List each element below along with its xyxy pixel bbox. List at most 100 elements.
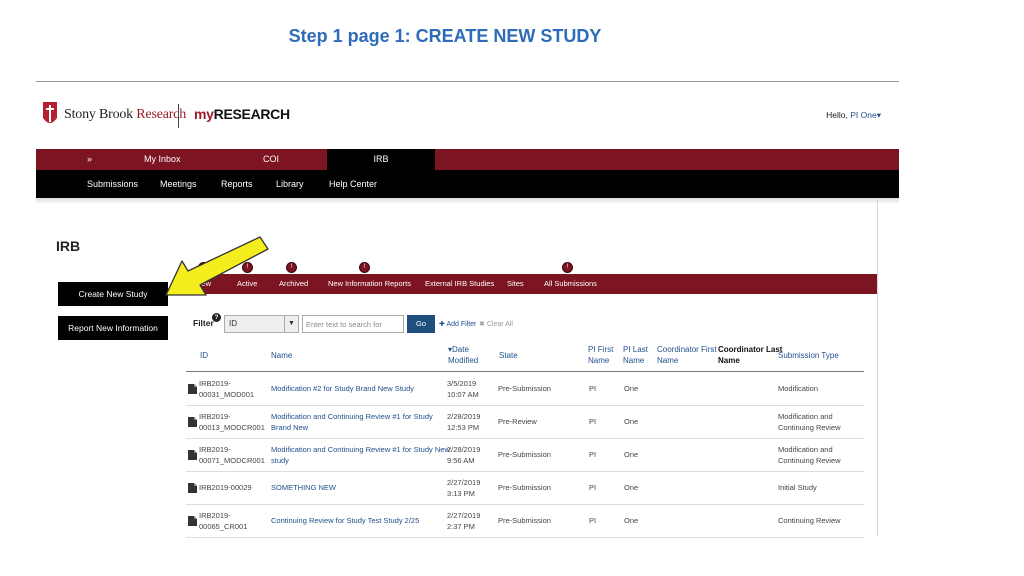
cell-name[interactable]: SOMETHING NEW <box>271 482 336 493</box>
subnav-submissions[interactable]: Submissions <box>87 170 138 198</box>
cell-state: Pre-Submission <box>498 483 551 492</box>
cell-submission-type-line1: Initial Study <box>778 483 817 492</box>
subnav-meetings[interactable]: Meetings <box>160 170 197 198</box>
hello-prefix: Hello, <box>826 110 848 120</box>
tab-badge-icon: ! <box>562 262 573 273</box>
cell-pi-first-name: PI <box>589 450 597 459</box>
cell-id: IRB2019- 00065_CR001 <box>199 510 247 532</box>
nav-my-inbox[interactable]: My Inbox <box>144 149 181 170</box>
add-filter-link[interactable]: ✚ Add Filter <box>439 320 476 328</box>
tab-all-submissions[interactable]: All Submissions <box>544 274 597 294</box>
cell-submission-type-line2: Continuing Review <box>778 456 841 465</box>
table-row[interactable]: IRB2019- 00031_MOD001 Modification #2 for … <box>186 373 864 406</box>
clear-all-link[interactable]: ✖ Clear All <box>479 320 513 328</box>
cell-name[interactable]: Continuing Review for Study Test Study 2… <box>271 515 419 526</box>
create-new-study-button[interactable]: Create New Study <box>58 282 168 306</box>
table-row[interactable]: IRB2019-00029 SOMETHING NEW 2/27/2019 3:13 … <box>186 472 864 505</box>
filter-label: Filter <box>193 318 214 328</box>
table-header-divider <box>186 371 864 372</box>
document-icon <box>188 516 197 526</box>
plus-icon: ✚ <box>439 321 445 328</box>
go-button[interactable]: Go <box>407 315 435 333</box>
cell-name-line2: Brand New <box>271 423 309 432</box>
cell-name-line1: Modification #2 for Study Brand New Stud… <box>271 384 414 393</box>
cell-date-modified-line2: 9:56 AM <box>447 456 475 465</box>
table-row[interactable]: IRB2019- 00071_MODCR001 Modification and C… <box>186 439 864 472</box>
content-shadow <box>36 198 899 204</box>
column-header-submission-type[interactable]: Submission Type <box>778 350 839 361</box>
product-name-prefix: my <box>194 106 214 122</box>
cell-date-modified: 3/5/2019 10:07 AM <box>447 378 479 400</box>
subnav-help-center[interactable]: Help Center <box>329 170 377 198</box>
add-filter-label: Add Filter <box>446 321 477 328</box>
expand-menu-icon[interactable]: » <box>87 149 101 170</box>
column-header-state[interactable]: State <box>499 350 518 361</box>
tab-external-irb-studies[interactable]: External IRB Studies <box>425 274 494 294</box>
nav-irb[interactable]: IRB <box>327 149 435 170</box>
column-header-line1: PI First <box>588 345 614 354</box>
brand-separator <box>178 104 179 128</box>
user-menu[interactable]: Hello, PI One▾ <box>826 110 881 121</box>
cell-submission-type: Modification and Continuing Review <box>778 411 841 433</box>
report-new-information-button[interactable]: Report New Information <box>58 316 168 340</box>
chevron-down-icon: ▾ <box>876 110 881 120</box>
tab-sites[interactable]: Sites <box>507 274 524 294</box>
cell-submission-type-line1: Modification and <box>778 445 833 454</box>
column-header-line2: Name <box>718 356 740 365</box>
column-header-pi-last-name[interactable]: PI Last Name <box>623 344 648 366</box>
cell-name-line2: study <box>271 456 289 465</box>
cell-state: Pre-Submission <box>498 516 551 525</box>
subnav-library[interactable]: Library <box>276 170 304 198</box>
column-header-pi-first-name[interactable]: PI First Name <box>588 344 613 366</box>
cell-pi-last-name: One <box>624 450 639 459</box>
product-name[interactable]: myRESEARCH <box>194 106 290 122</box>
cell-date-modified-line1: 2/27/2019 <box>447 478 481 487</box>
cell-pi-first-name: PI <box>589 516 597 525</box>
search-input[interactable] <box>302 315 404 333</box>
tab-bar: view Active Archived New Information Rep… <box>178 262 877 294</box>
document-icon <box>188 450 197 460</box>
column-header-line2: Name <box>588 356 610 365</box>
column-header-coordinator-last-name[interactable]: Coordinator Last Name <box>718 344 782 366</box>
subnav-reports[interactable]: Reports <box>221 170 253 198</box>
cell-date-modified-line2: 2:37 PM <box>447 522 475 531</box>
cell-date-modified: 2/27/2019 3:13 PM <box>447 477 480 499</box>
cell-submission-type-line2: Continuing Review <box>778 423 841 432</box>
brand-name-part: Stony Brook <box>64 107 133 122</box>
slide-divider <box>36 81 899 82</box>
cell-date-modified-line2: 12:53 PM <box>447 423 480 432</box>
document-icon <box>188 483 197 493</box>
column-header-coordinator-first-name[interactable]: Coordinator First Name <box>657 344 717 366</box>
cell-submission-type-line1: Modification <box>778 384 819 393</box>
cell-id-line2: 00031_MOD001 <box>199 390 255 399</box>
table-row[interactable]: IRB2019- 00013_MODCR001 Modification and C… <box>186 406 864 439</box>
cell-pi-first-name: PI <box>589 483 597 492</box>
cell-date-modified-line1: 2/27/2019 <box>447 511 481 520</box>
cell-name-line1: Continuing Review for Study Test Study 2… <box>271 516 420 525</box>
sub-nav: Submissions Meetings Reports Library Hel… <box>36 170 899 198</box>
cell-pi-first-name: PI <box>589 384 597 393</box>
cell-name[interactable]: Modification #2 for Study Brand New Stud… <box>271 383 414 394</box>
nav-coi[interactable]: COI <box>263 149 279 170</box>
tab-archived[interactable]: Archived <box>279 274 308 294</box>
tab-new-information-reports[interactable]: New Information Reports <box>328 274 411 294</box>
cell-date-modified-line1: 2/28/2019 <box>447 445 481 454</box>
user-name: PI One <box>850 110 877 120</box>
table-row[interactable]: IRB2019- 00065_CR001 Continuing Review for… <box>186 505 864 538</box>
column-header-id[interactable]: ID <box>200 350 208 361</box>
cell-name-line1: Modification and Continuing Review #1 fo… <box>271 412 433 421</box>
column-header-date-modified[interactable]: ▾Date Modified <box>448 344 478 366</box>
cell-name[interactable]: Modification and Continuing Review #1 fo… <box>271 411 433 433</box>
column-header-date-line2: Modified <box>448 356 479 365</box>
cell-name[interactable]: Modification and Continuing Review #1 fo… <box>271 444 450 466</box>
column-header-name[interactable]: Name <box>271 350 292 361</box>
brand-name[interactable]: Stony Brook Research <box>64 107 186 123</box>
cell-id: IRB2019-00029 <box>199 482 252 493</box>
column-header-line1: PI Last <box>623 345 648 354</box>
filter-field-select[interactable]: ID ▼ <box>224 315 299 333</box>
help-icon[interactable]: ? <box>212 313 221 322</box>
column-header-line1: Coordinator Last <box>718 345 783 354</box>
tab-badge-icon: ! <box>359 262 370 273</box>
cell-pi-last-name: One <box>624 417 639 426</box>
cell-date-modified-line1: 2/28/2019 <box>447 412 481 421</box>
